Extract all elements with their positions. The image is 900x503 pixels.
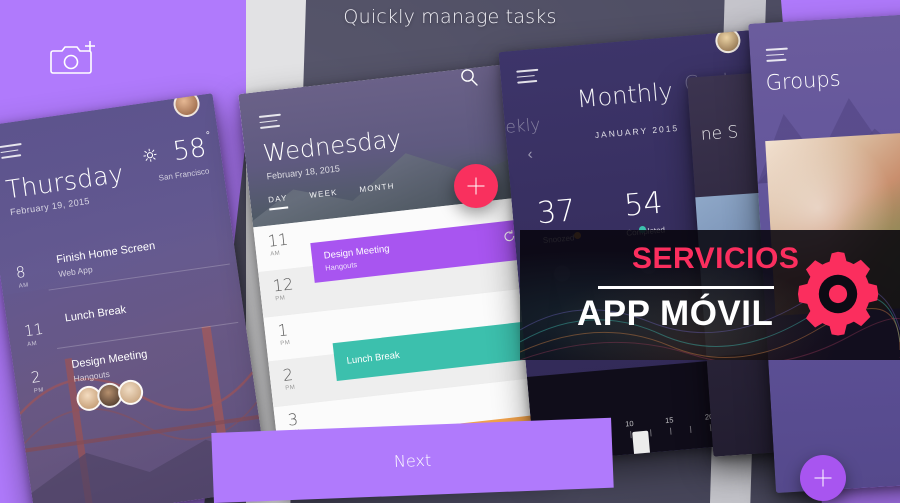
add-plus-icon [467,177,485,195]
hour-label: 11 [266,229,290,251]
banner-divider [598,286,774,289]
services-banner: SERVICIOS APP MÓVIL [520,230,900,360]
gear-icon [797,251,879,336]
meridiem-label: PM [275,295,286,303]
meridiem-label: PM [285,384,296,392]
ruler-tick-label: 10 [624,418,634,429]
next-button-label: Next [393,450,432,471]
hamburger-menu-icon[interactable] [258,113,282,130]
hour-label: 12 [271,274,295,296]
add-event-fab[interactable] [454,164,498,208]
hamburger-menu-icon[interactable] [765,47,789,63]
camera-add-icon[interactable] [50,38,98,78]
page-title: Groups [765,66,842,95]
stat-value: 54 [622,185,664,224]
banner-line-2: APP MÓVIL [577,294,774,333]
hour-label: 2 [281,364,295,385]
banner-line-1: SERVICIOS [632,242,800,275]
phone4-title: ne S [700,122,739,145]
meridiem-label: AM [270,250,281,258]
tab-day[interactable]: DAY [268,193,289,210]
hour-label: 3 [286,409,300,430]
task-time: 11 [23,319,45,341]
screenshot-stage: Quickly manage tasks Thursday February 1… [0,0,900,503]
temperature-value: 58 [171,132,209,168]
stat-value: 37 [535,193,577,232]
search-icon[interactable] [460,68,478,86]
hour-label: 1 [276,320,290,341]
hamburger-menu-icon[interactable] [516,68,539,85]
add-plus-icon [814,469,832,487]
add-group-fab[interactable] [800,455,846,501]
sun-icon [143,148,157,163]
meridiem-label: PM [280,339,291,348]
ruler-tick-label: 15 [664,415,674,426]
